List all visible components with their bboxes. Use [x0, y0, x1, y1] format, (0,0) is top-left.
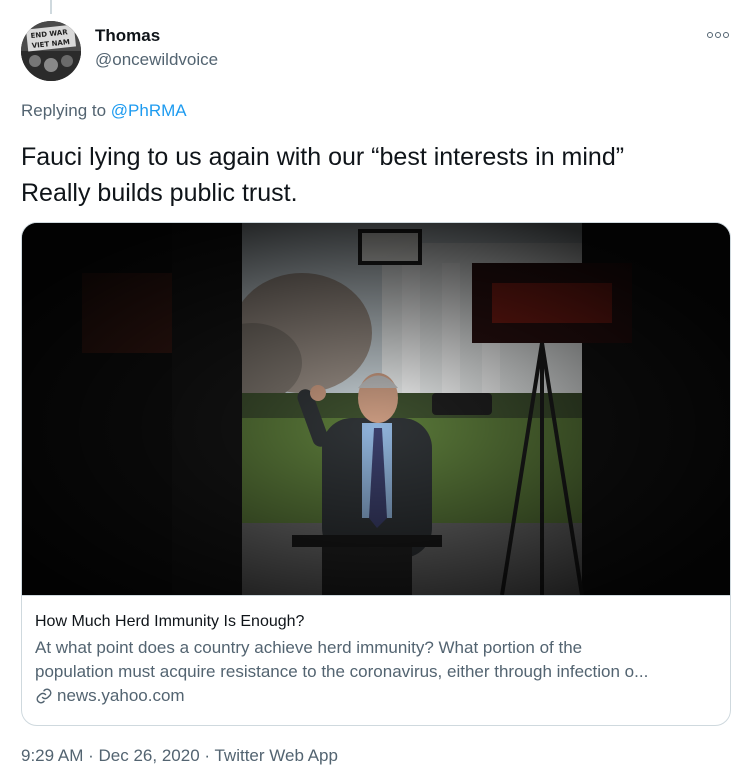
meta-separator: ·	[204, 746, 211, 765]
reply-mention-link[interactable]: @PhRMA	[111, 101, 187, 120]
tweet-text-line: Really builds public trust.	[21, 179, 298, 207]
card-domain-text: news.yahoo.com	[57, 686, 185, 705]
avatar[interactable]: END WAR VIET NAM	[21, 21, 81, 81]
card-image[interactable]	[22, 223, 730, 595]
card-title: How Much Herd Immunity Is Enough?	[35, 613, 305, 630]
card-description: At what point does a country achieve her…	[35, 636, 717, 684]
card-body: How Much Herd Immunity Is Enough? At wha…	[22, 595, 730, 706]
author-handle[interactable]: @oncewildvoice	[95, 50, 218, 70]
tweet-time[interactable]: 9:29 AM	[21, 746, 83, 765]
tweet-text: Fauci lying to us again with our “best i…	[21, 139, 741, 211]
replying-to-label: Replying to	[21, 101, 107, 120]
card-description-line: population must acquire resistance to th…	[35, 662, 649, 681]
replying-to: Replying to @PhRMA	[21, 101, 187, 121]
author-display-name[interactable]: Thomas	[95, 26, 160, 46]
more-options-icon[interactable]	[703, 25, 733, 45]
tweet-text-line: Fauci lying to us again with our “best i…	[21, 143, 625, 171]
tweet-source[interactable]: Twitter Web App	[214, 746, 337, 765]
card-domain: news.yahoo.com	[35, 686, 717, 706]
meta-separator: ·	[88, 746, 94, 765]
thread-connector-line	[50, 0, 52, 14]
tweet-timestamp: 9:29 AM · Dec 26, 2020 · Twitter Web App	[21, 746, 338, 766]
avatar-image: END WAR VIET NAM	[21, 21, 81, 81]
card-description-line: At what point does a country achieve her…	[35, 638, 583, 657]
tweet-date[interactable]: Dec 26, 2020	[99, 746, 200, 765]
link-preview-card[interactable]: How Much Herd Immunity Is Enough? At wha…	[21, 222, 731, 726]
link-icon	[36, 688, 52, 704]
